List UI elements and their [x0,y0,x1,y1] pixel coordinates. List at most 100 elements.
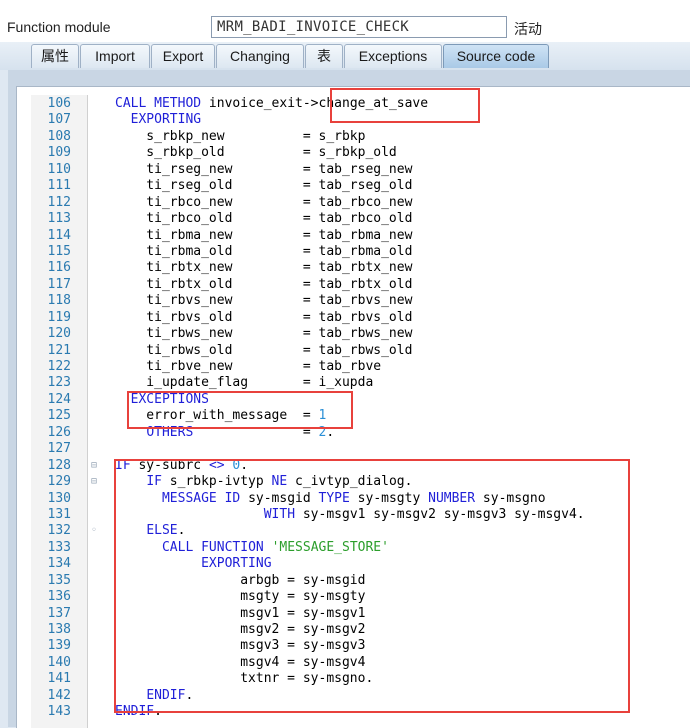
code-text: EXPORTING [130,112,202,128]
code-line[interactable]: 109 s_rbkp_old = s_rbkp_old [17,145,690,161]
line-number: 119 [47,309,71,325]
code-text: OTHERS = 2. [146,424,335,440]
function-module-label: Function module [7,19,111,35]
code-text: arbgb = sy-msgid [115,572,366,588]
code-line[interactable]: 119 ti_rbvs_old = tab_rbvs_old [17,310,690,326]
tab-exceptions[interactable]: Exceptions [344,44,442,68]
fold-toggle-icon[interactable]: ⊟ [89,474,99,490]
code-line[interactable]: 125 error_with_message = 1 [17,408,690,424]
source-code-editor[interactable]: 106 CALL METHOD invoice_exit->change_at_s… [16,86,690,728]
line-number: 117 [47,276,71,292]
code-line[interactable]: 137 msgv1 = sy-msgv1 [17,606,690,622]
code-line[interactable]: 142 ENDIF. [17,688,690,704]
code-text: ti_rbws_new = tab_rbws_new [115,326,413,342]
code-text: ti_rbvs_new = tab_rbvs_new [115,293,413,309]
code-text: WITH sy-msgv1 sy-msgv2 sy-msgv3 sy-msgv4… [263,506,585,522]
code-text: ti_rbws_old = tab_rbws_old [115,342,413,358]
code-line[interactable]: 122 ti_rbve_new = tab_rbve [17,359,690,375]
code-line[interactable]: 124 EXCEPTIONS [17,392,690,408]
code-line[interactable]: 133 CALL FUNCTION 'MESSAGE_STORE' [17,540,690,556]
code-line[interactable]: 117 ti_rbtx_old = tab_rbtx_old [17,277,690,293]
line-number: 132 [47,523,71,539]
line-number: 139 [47,638,71,654]
line-number: 115 [47,243,71,259]
code-line[interactable]: 112 ti_rbco_new = tab_rbco_new [17,195,690,211]
line-number: 127 [47,441,71,457]
code-line[interactable]: 128 ⊟ IF sy-subrc <> 0. [17,458,690,474]
header-bar: Function module MRM_BADI_INVOICE_CHECK 活… [0,0,690,42]
code-line[interactable]: 113 ti_rbco_old = tab_rbco_old [17,211,690,227]
line-number: 109 [47,145,71,161]
code-text: ti_rbco_old = tab_rbco_old [115,211,413,227]
code-text: ti_rbco_new = tab_rbco_new [115,194,413,210]
fold-toggle-icon[interactable]: ⊟ [89,458,99,474]
code-line[interactable]: 141 txtnr = sy-msgno. [17,671,690,687]
line-number: 120 [47,326,71,342]
code-line[interactable]: 134 EXPORTING [17,556,690,572]
code-line[interactable]: 140 msgv4 = sy-msgv4 [17,655,690,671]
tab-export[interactable]: Export [151,44,215,68]
tab-changing[interactable]: Changing [216,44,304,68]
code-line[interactable]: 107 EXPORTING [17,112,690,128]
code-text: ti_rbma_old = tab_rbma_old [115,243,413,259]
code-line[interactable]: 135 arbgb = sy-msgid [17,573,690,589]
code-line[interactable]: 108 s_rbkp_new = s_rbkp [17,129,690,145]
code-text: s_rbkp_old = s_rbkp_old [115,145,397,161]
fold-toggle-icon[interactable]: ◦ [89,523,99,539]
code-text: EXPORTING [201,556,272,572]
tab-source-code[interactable]: Source code [443,44,549,68]
line-number: 128 [47,457,71,473]
tab-import[interactable]: Import [80,44,150,68]
code-text: ti_rbtx_new = tab_rbtx_new [115,260,413,276]
code-line[interactable]: 120 ti_rbws_new = tab_rbws_new [17,326,690,342]
code-line[interactable]: 126 OTHERS = 2. [17,425,690,441]
line-number: 107 [47,112,71,128]
line-number: 133 [47,539,71,555]
function-module-field[interactable]: MRM_BADI_INVOICE_CHECK [211,16,507,38]
line-number: 116 [47,260,71,276]
code-line[interactable]: 132 ◦ ELSE. [17,523,690,539]
code-text: txtnr = sy-msgno. [115,671,374,687]
tab-attributes[interactable]: 属性 [31,44,79,68]
line-number: 143 [47,704,71,720]
line-number: 114 [47,227,71,243]
line-number: 111 [47,178,71,194]
code-line[interactable]: 139 msgv3 = sy-msgv3 [17,638,690,654]
code-line[interactable]: 123 i_update_flag = i_xupda [17,375,690,391]
code-text: msgv3 = sy-msgv3 [115,638,366,654]
code-line[interactable]: 115 ti_rbma_old = tab_rbma_old [17,244,690,260]
code-line[interactable]: 138 msgv2 = sy-msgv2 [17,622,690,638]
line-number: 134 [47,556,71,572]
code-line[interactable]: 130 MESSAGE ID sy-msgid TYPE sy-msgty NU… [17,491,690,507]
code-text: ti_rseg_old = tab_rseg_old [115,178,413,194]
code-line[interactable]: 118 ti_rbvs_new = tab_rbvs_new [17,293,690,309]
code-line[interactable]: 121 ti_rbws_old = tab_rbws_old [17,343,690,359]
line-number: 129 [47,474,71,490]
code-text: i_update_flag = i_xupda [115,375,374,391]
code-line[interactable]: 143 ENDIF. [17,704,690,720]
code-line[interactable]: 106 CALL METHOD invoice_exit->change_at_s… [17,96,690,112]
tab-tables[interactable]: 表 [305,44,343,68]
code-line[interactable]: 114 ti_rbma_new = tab_rbma_new [17,228,690,244]
line-number: 122 [47,359,71,374]
code-line[interactable]: 111 ti_rseg_old = tab_rseg_old [17,178,690,194]
line-number: 110 [47,161,71,177]
code-line[interactable]: 129 ⊟ IF s_rbkp-ivtyp NE c_ivtyp_dialog. [17,474,690,490]
line-number: 126 [47,424,71,440]
code-line[interactable]: 136 msgty = sy-msgty [17,589,690,605]
code-text: EXCEPTIONS [130,391,209,407]
code-lines: 106 CALL METHOD invoice_exit->change_at_s… [17,96,690,721]
line-number: 136 [47,589,71,605]
line-number: 108 [47,128,71,144]
line-number: 138 [47,622,71,637]
code-text: msgty = sy-msgty [115,589,366,605]
code-line[interactable]: 116 ti_rbtx_new = tab_rbtx_new [17,260,690,276]
code-text: error_with_message = 1 [115,408,327,424]
code-line[interactable]: 131 WITH sy-msgv1 sy-msgv2 sy-msgv3 sy-m… [17,507,690,523]
code-line[interactable]: 127 [17,441,690,457]
code-text: ti_rbtx_old = tab_rbtx_old [115,276,413,292]
line-number: 125 [47,408,71,424]
status-label: 活动 [514,21,542,37]
code-text: CALL METHOD invoice_exit->change_at_save [115,96,429,111]
code-line[interactable]: 110 ti_rseg_new = tab_rseg_new [17,162,690,178]
